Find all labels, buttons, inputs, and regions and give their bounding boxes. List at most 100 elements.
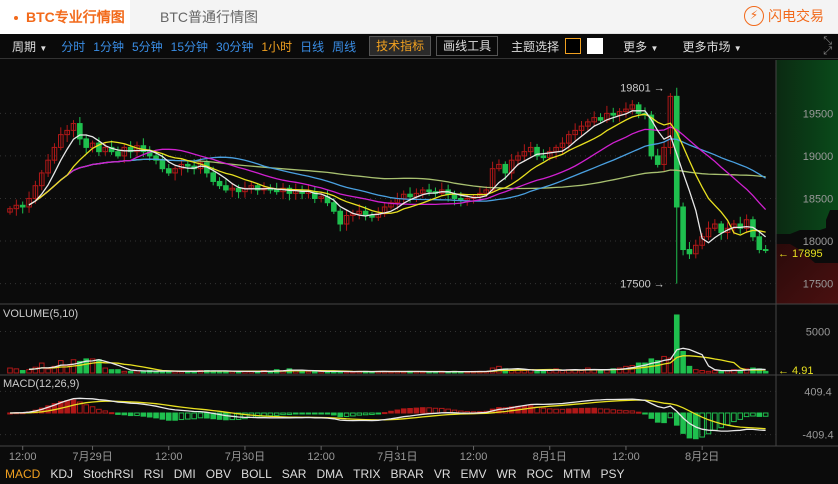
- indicator-tab-wr[interactable]: WR: [492, 465, 522, 484]
- macd-histogram-bar: [292, 412, 299, 415]
- macd-histogram-bar: [96, 408, 102, 414]
- macd-histogram-bar: [546, 408, 553, 414]
- time-axis-label: 12:00: [307, 451, 335, 463]
- tab-pro-chart[interactable]: BTC专业行情图: [0, 0, 130, 34]
- time-axis-label: 7月29日: [72, 451, 112, 463]
- time-axis-label: 8月1日: [533, 451, 567, 463]
- macd-histogram-bar: [642, 412, 648, 415]
- macd-histogram-bar: [115, 412, 121, 415]
- volume-bar: [667, 357, 674, 374]
- indicator-tab-dmi[interactable]: DMI: [169, 465, 201, 484]
- volume-bar: [712, 370, 718, 374]
- macd-histogram-bar: [362, 412, 369, 416]
- candle: [597, 117, 604, 121]
- candle: [337, 210, 343, 225]
- indicator-tab-sar[interactable]: SAR: [277, 465, 312, 484]
- interval-3[interactable]: 15分钟: [171, 38, 208, 55]
- macd-histogram-bar: [597, 408, 604, 414]
- macd-histogram-bar: [756, 412, 763, 417]
- macd-histogram-bar: [337, 412, 343, 418]
- macd-tick-label: -409.4: [802, 430, 833, 442]
- indicator-tab-trix[interactable]: TRIX: [348, 465, 385, 484]
- macd-histogram-bar: [388, 410, 394, 414]
- indicator-tab-stochrsi[interactable]: StochRSI: [78, 465, 139, 484]
- theme-light-swatch[interactable]: [587, 38, 604, 54]
- interval-7[interactable]: 周线: [332, 38, 356, 55]
- macd-histogram-bar: [153, 412, 159, 419]
- indicator-tab-mtm[interactable]: MTM: [558, 465, 595, 484]
- interval-0[interactable]: 分时: [61, 38, 85, 55]
- volume-label: VOLUME(5,10): [3, 308, 78, 320]
- volume-bar: [693, 369, 699, 374]
- macd-histogram-bar: [419, 407, 426, 414]
- period-dropdown[interactable]: 周期 ▼: [12, 38, 47, 55]
- candle: [185, 163, 191, 167]
- volume-bar: [305, 370, 312, 374]
- price-tick-label: 19500: [803, 108, 834, 120]
- macd-histogram-bar: [629, 410, 636, 414]
- flash-trade-label: 闪电交易: [768, 8, 824, 24]
- indicator-tab-obv[interactable]: OBV: [201, 465, 236, 484]
- interval-5[interactable]: 1小时: [261, 38, 292, 55]
- indicator-tab-vr[interactable]: VR: [429, 465, 456, 484]
- candle: [540, 155, 547, 159]
- indicator-tab-psy[interactable]: PSY: [596, 465, 630, 484]
- volume-bar: [705, 370, 712, 374]
- indicator-tab-kdj[interactable]: KDJ: [45, 465, 78, 484]
- macd-histogram-bar: [267, 412, 274, 417]
- more-markets-dropdown[interactable]: 更多市场 ▼: [682, 38, 741, 55]
- macd-histogram-bar: [394, 409, 401, 414]
- macd-histogram-bar: [604, 408, 610, 414]
- indicator-tab-rsi[interactable]: RSI: [139, 465, 169, 484]
- candle: [235, 187, 242, 193]
- period-label: 周期: [12, 39, 37, 54]
- candle: [223, 185, 229, 191]
- macd-histogram-bar: [375, 412, 382, 415]
- macd-histogram-bar: [146, 412, 153, 418]
- candle: [680, 206, 686, 251]
- interval-4[interactable]: 30分钟: [216, 38, 253, 55]
- more-dropdown[interactable]: 更多 ▼: [623, 38, 658, 55]
- macd-histogram-bar: [369, 412, 375, 416]
- theme-dark-swatch[interactable]: [565, 38, 582, 54]
- indicator-tab-macd[interactable]: MACD: [0, 465, 45, 484]
- time-axis-label: 12:00: [155, 451, 183, 463]
- macd-histogram-bar: [356, 412, 363, 416]
- volume-bar: [13, 368, 20, 374]
- interval-2[interactable]: 5分钟: [132, 38, 163, 55]
- price-tick-label: 19000: [803, 151, 834, 163]
- macd-histogram-bar: [191, 412, 197, 420]
- volume-bar: [597, 370, 604, 374]
- macd-label: MACD(12,26,9): [3, 378, 79, 390]
- volume-bar: [299, 370, 305, 374]
- tab-standard-chart[interactable]: BTC普通行情图: [160, 0, 258, 34]
- candle: [673, 95, 680, 208]
- volume-bar: [534, 370, 540, 374]
- candle: [165, 168, 172, 174]
- candle: [273, 189, 280, 193]
- indicators-button[interactable]: 技术指标: [369, 36, 432, 56]
- macd-histogram-bar: [667, 412, 674, 419]
- indicator-tab-dma[interactable]: DMA: [311, 465, 348, 484]
- fullscreen-icon[interactable]: ⤡ ⤢: [823, 36, 832, 57]
- macd-histogram-bar: [400, 408, 407, 414]
- indicator-tab-emv[interactable]: EMV: [455, 465, 491, 484]
- volume-bar: [578, 370, 585, 374]
- interval-1[interactable]: 1分钟: [93, 38, 124, 55]
- flash-trade-button[interactable]: ⚡ 闪电交易: [744, 6, 824, 26]
- macd-histogram-bar: [185, 412, 191, 420]
- volume-bar: [521, 370, 528, 374]
- macd-histogram-bar: [381, 412, 388, 415]
- candle: [115, 151, 121, 157]
- indicator-tab-brar[interactable]: BRAR: [385, 465, 428, 484]
- interval-6[interactable]: 日线: [300, 38, 324, 55]
- indicator-tab-boll[interactable]: BOLL: [236, 465, 277, 484]
- candle: [756, 236, 763, 251]
- indicator-tab-roc[interactable]: ROC: [522, 465, 559, 484]
- macd-histogram-bar: [350, 412, 356, 417]
- drawing-tools-button[interactable]: 画线工具: [436, 36, 499, 56]
- macd-histogram-bar: [280, 412, 286, 416]
- candle: [426, 189, 432, 193]
- kline-chart[interactable]: 19500 19000 18500 18000 17500 19801 → 17500 → ←…: [0, 60, 838, 465]
- macd-histogram-bar: [743, 412, 750, 418]
